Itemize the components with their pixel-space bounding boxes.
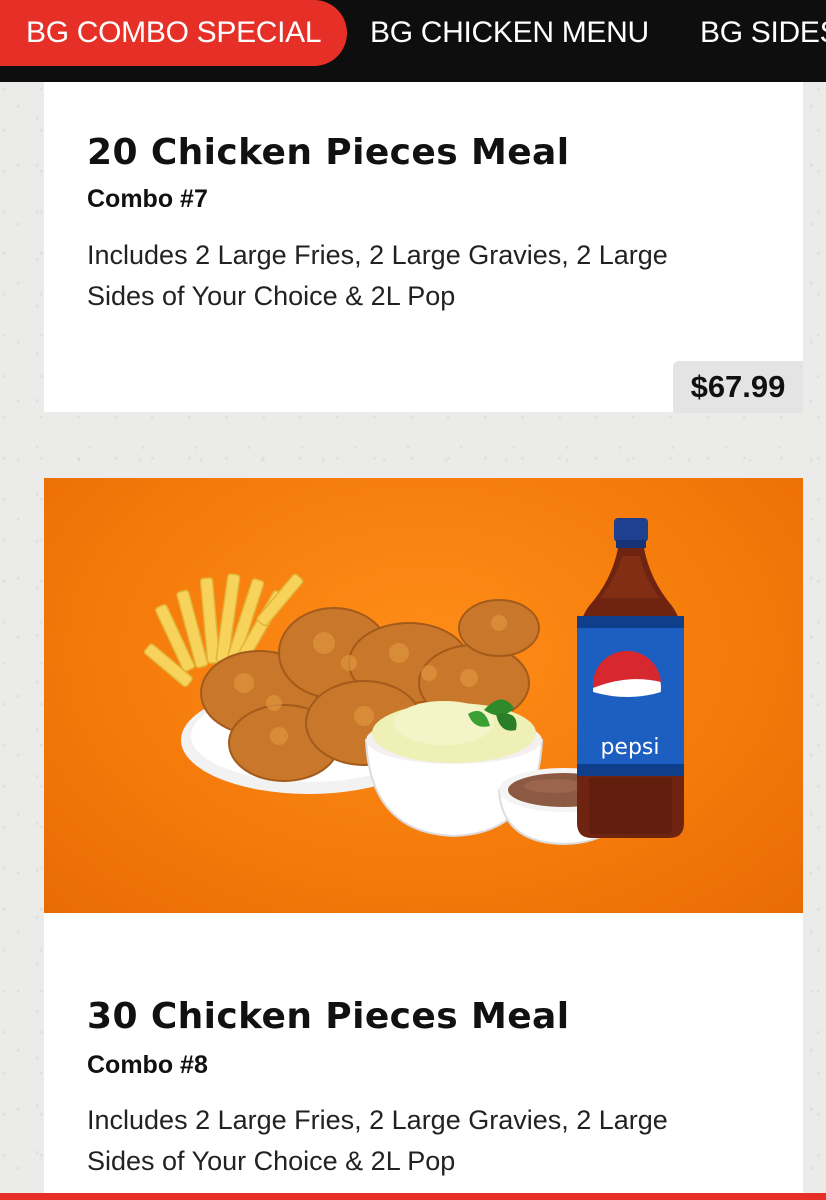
menu-item-title: 20 Chicken Pieces Meal <box>87 132 570 173</box>
tab-bg-sides[interactable]: BG SIDES <box>700 0 826 66</box>
menu-item-description: Includes 2 Large Fries, 2 Large Gravies,… <box>87 1105 668 1176</box>
menu-item-card[interactable]: pepsi 30 Chicken Pieces Meal Combo #8 In… <box>44 478 803 1200</box>
tab-bg-chicken-menu[interactable]: BG CHICKEN MENU <box>370 0 649 66</box>
pepsi-logo-text: pepsi <box>600 735 659 760</box>
menu-item-description: Includes 2 Large Fries, 2 Large Gravies,… <box>87 240 668 311</box>
tab-bg-combo-special[interactable]: BG COMBO SPECIAL <box>0 0 348 66</box>
bottom-accent-bar <box>0 1193 826 1200</box>
menu-item-title: 30 Chicken Pieces Meal <box>87 996 570 1037</box>
price-badge: $67.99 <box>673 361 803 413</box>
combo-number: Combo #8 <box>87 1051 208 1079</box>
menu-item-photo[interactable]: pepsi <box>44 478 803 913</box>
menu-item-card[interactable]: 20 Chicken Pieces Meal Combo #7 Includes… <box>44 82 803 413</box>
category-tab-bar: BG COMBO SPECIAL BG CHICKEN MENU BG SIDE… <box>0 0 826 82</box>
combo-meal-illustration: pepsi <box>143 518 684 846</box>
combo-number: Combo #7 <box>87 185 208 213</box>
